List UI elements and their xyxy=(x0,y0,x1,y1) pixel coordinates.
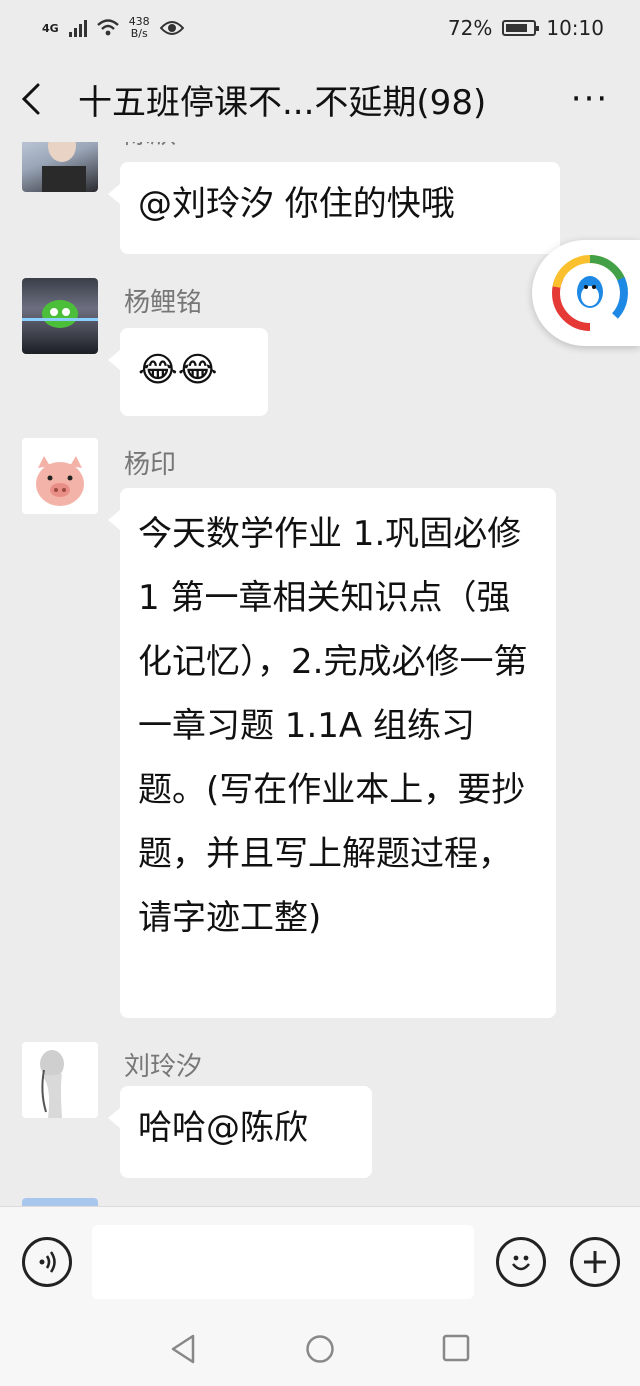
message-text: 哈哈@陈欣 xyxy=(138,1108,308,1148)
message-input-bar xyxy=(0,1206,640,1306)
status-bar: 4G 438 B/s 72% 10:10 xyxy=(0,0,640,56)
message-bubble[interactable]: 今天数学作业 1.巩固必修 1 第一章相关知识点（强化记忆），2.完成必修一第一… xyxy=(108,488,556,1018)
avatar[interactable] xyxy=(22,1042,98,1118)
voice-icon xyxy=(39,1251,56,1273)
signal-icon xyxy=(68,19,87,37)
message-bubble[interactable]: @刘玲汐 你住的快哦 xyxy=(108,162,560,254)
avatar[interactable] xyxy=(22,438,98,514)
chat-header: 十五班停课不...不延期(98) ··· xyxy=(0,56,640,142)
battery-icon xyxy=(502,20,540,36)
message-item: 杨印 今天数学作业 1.巩固必修 1 第一章相关知识点（强化记忆），2.完成必修… xyxy=(22,438,622,1018)
back-button[interactable] xyxy=(20,74,60,124)
triangle-back-icon xyxy=(171,1334,195,1364)
status-left: 4G 438 B/s xyxy=(42,16,184,40)
emoji-button[interactable] xyxy=(496,1237,546,1287)
avatar[interactable] xyxy=(22,142,98,192)
square-recents-icon xyxy=(442,1334,470,1362)
message-text: @刘玲汐 你住的快哦 xyxy=(138,184,455,224)
voice-button[interactable] xyxy=(22,1237,72,1287)
message-text: 今天数学作业 1.巩固必修 1 第一章相关知识点（强化记忆），2.完成必修一第一… xyxy=(138,514,528,938)
floating-news-widget[interactable] xyxy=(532,240,640,346)
sender-name: 刘玲汐 xyxy=(124,1052,203,1082)
circle-home-icon xyxy=(306,1335,334,1363)
chat-title: 十五班停课不...不延期(98) xyxy=(78,82,487,123)
sender-name: 杨印 xyxy=(124,450,177,480)
smiley-icon xyxy=(511,1255,531,1271)
avatar[interactable] xyxy=(22,278,98,354)
system-nav-bar xyxy=(0,1306,640,1386)
battery-percent: 72% xyxy=(447,16,493,40)
nav-back-button[interactable] xyxy=(170,1334,196,1368)
network-speed: 438 B/s xyxy=(129,16,150,40)
nav-home-button[interactable] xyxy=(305,1334,335,1368)
wifi-icon xyxy=(96,19,119,36)
avatar[interactable] xyxy=(22,1198,98,1206)
plus-icon xyxy=(584,1251,606,1273)
sender-name: 陈欣 xyxy=(124,142,176,151)
message-text: 😂😂 xyxy=(138,350,218,390)
more-functions-button[interactable] xyxy=(570,1237,620,1287)
message-bubble[interactable]: 😂😂 xyxy=(108,328,268,416)
sender-name: 杨鲤铭 xyxy=(124,288,203,318)
network-type: 4G xyxy=(42,21,59,35)
status-right: 72% 10:10 xyxy=(448,16,604,40)
clock: 10:10 xyxy=(546,16,604,40)
eye-icon xyxy=(159,21,184,35)
message-bubble[interactable]: 哈哈@陈欣 xyxy=(108,1086,372,1178)
nav-recents-button[interactable] xyxy=(442,1334,470,1366)
more-options-button[interactable]: ··· xyxy=(560,79,620,119)
message-item: 刘玲汐 哈哈@陈欣 xyxy=(22,1042,622,1182)
back-arrow-icon xyxy=(21,83,40,115)
speed-unit: B/s xyxy=(130,27,148,40)
qq-browser-icon xyxy=(552,255,628,331)
message-input[interactable] xyxy=(92,1225,474,1299)
